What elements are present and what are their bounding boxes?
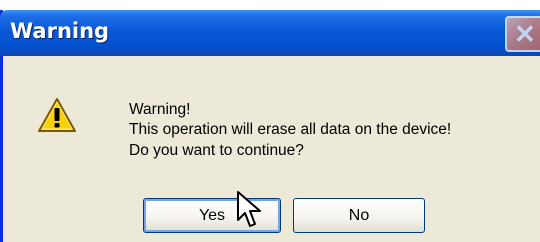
mouse-cursor-icon [237, 191, 261, 227]
title-bar[interactable]: Warning ✕ [0, 10, 540, 56]
message-line-3: Do you want to continue? [129, 142, 304, 159]
close-button[interactable]: ✕ [505, 16, 540, 52]
message-line-2: This operation will erase all data on th… [129, 121, 452, 138]
close-icon: ✕ [514, 19, 536, 49]
message-line-1: Warning! [129, 101, 191, 118]
dialog-title: Warning [10, 19, 110, 43]
no-button[interactable]: No [293, 198, 425, 233]
warning-dialog: Warning ✕ Warning! This operation will e… [0, 10, 540, 242]
warning-icon [38, 98, 76, 132]
